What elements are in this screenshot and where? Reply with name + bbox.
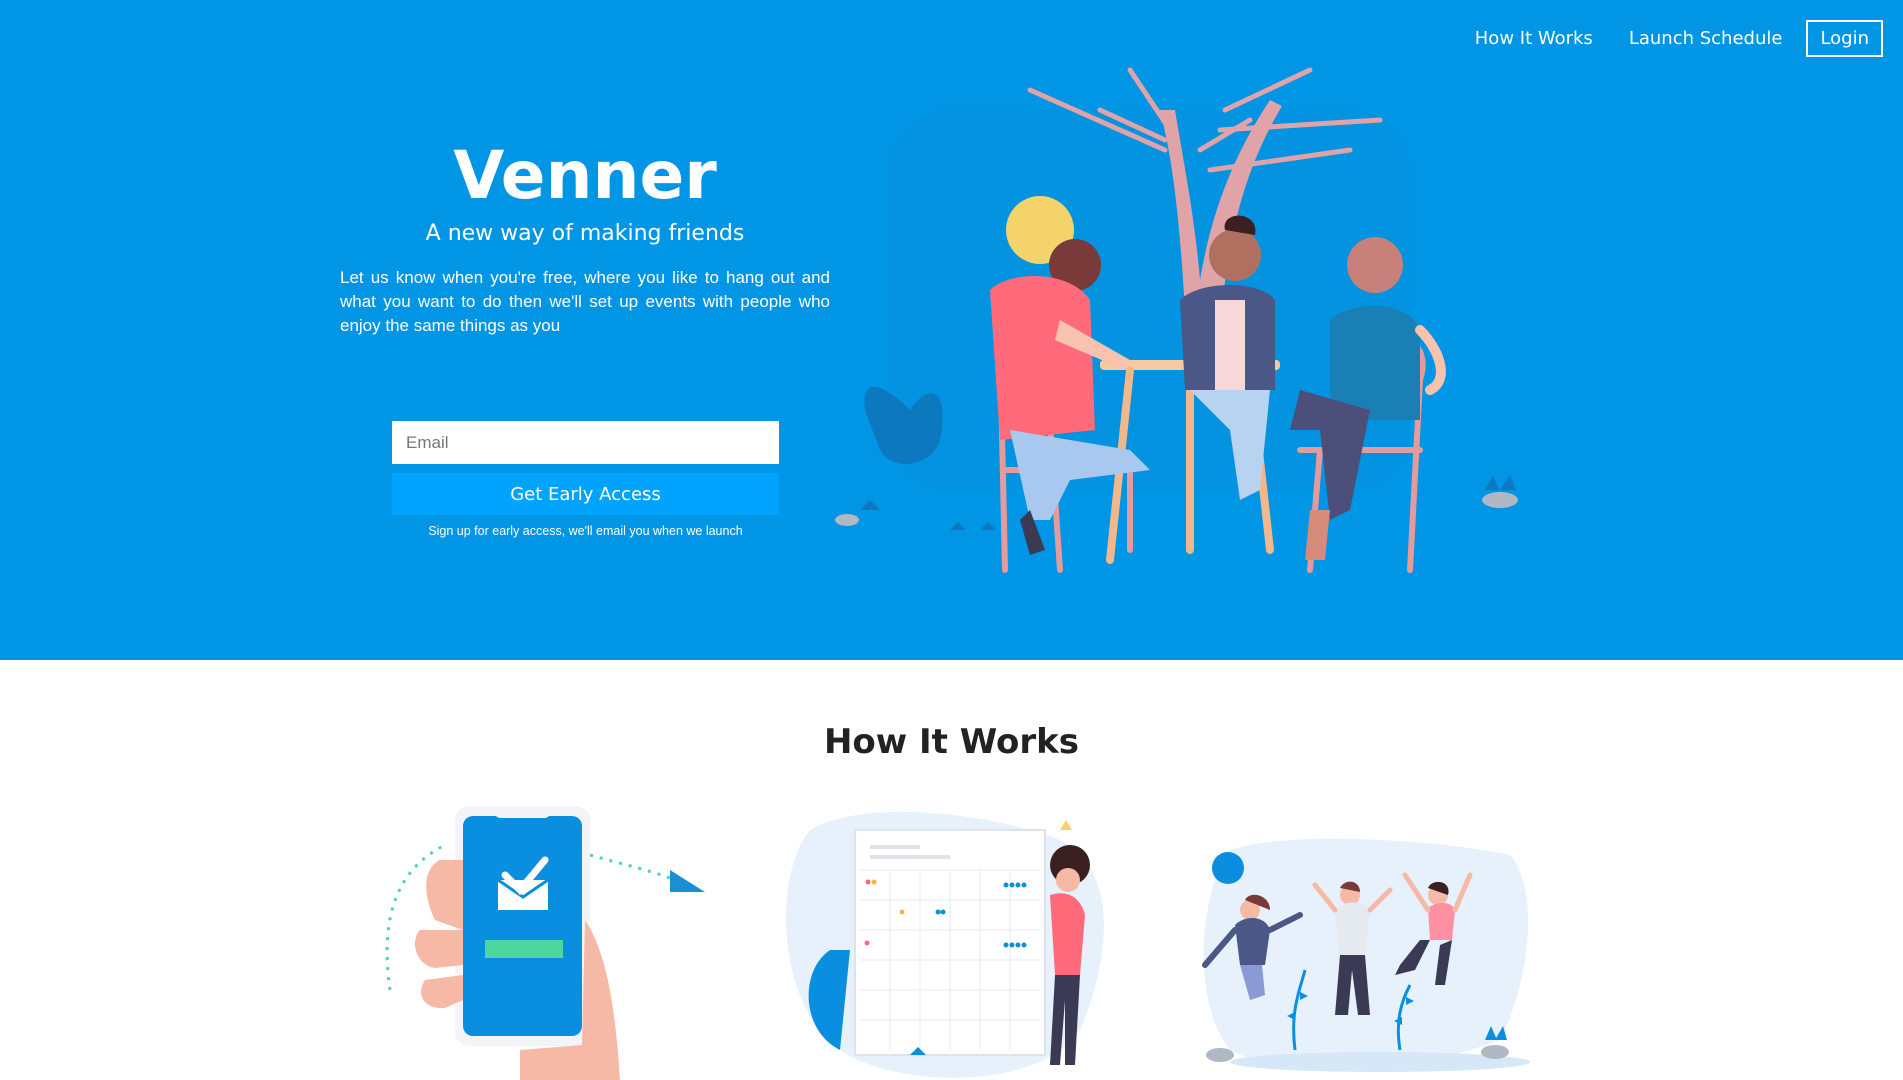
hero-description: Let us know when you're free, where you … bbox=[340, 267, 830, 335]
phone-checkmark-illustration bbox=[385, 806, 705, 1080]
how-it-works-title: How It Works bbox=[823, 722, 1080, 762]
signup-form: Get Early Access Sign up for early acces… bbox=[392, 421, 779, 538]
hero-copy: Venner A new way of making friends Let u… bbox=[340, 137, 830, 338]
calendar-planning-illustration bbox=[786, 811, 1104, 1078]
tagline: A new way of making friends bbox=[425, 220, 745, 246]
signup-hint: Sign up for early access, we'll email yo… bbox=[428, 524, 743, 538]
nav-launch-schedule-link[interactable]: Launch Schedule bbox=[1629, 28, 1783, 49]
email-input[interactable] bbox=[392, 421, 779, 464]
get-early-access-button[interactable]: Get Early Access bbox=[392, 473, 779, 515]
jumping-friends-illustration bbox=[1202, 838, 1530, 1072]
nav-how-it-works-link[interactable]: How It Works bbox=[1475, 28, 1593, 49]
brand-title: Venner bbox=[453, 137, 717, 214]
login-button[interactable]: Login bbox=[1806, 20, 1883, 57]
hero-section: How It Works Launch Schedule Login Venne… bbox=[0, 0, 1903, 660]
friends-at-table-illustration bbox=[835, 67, 1518, 573]
